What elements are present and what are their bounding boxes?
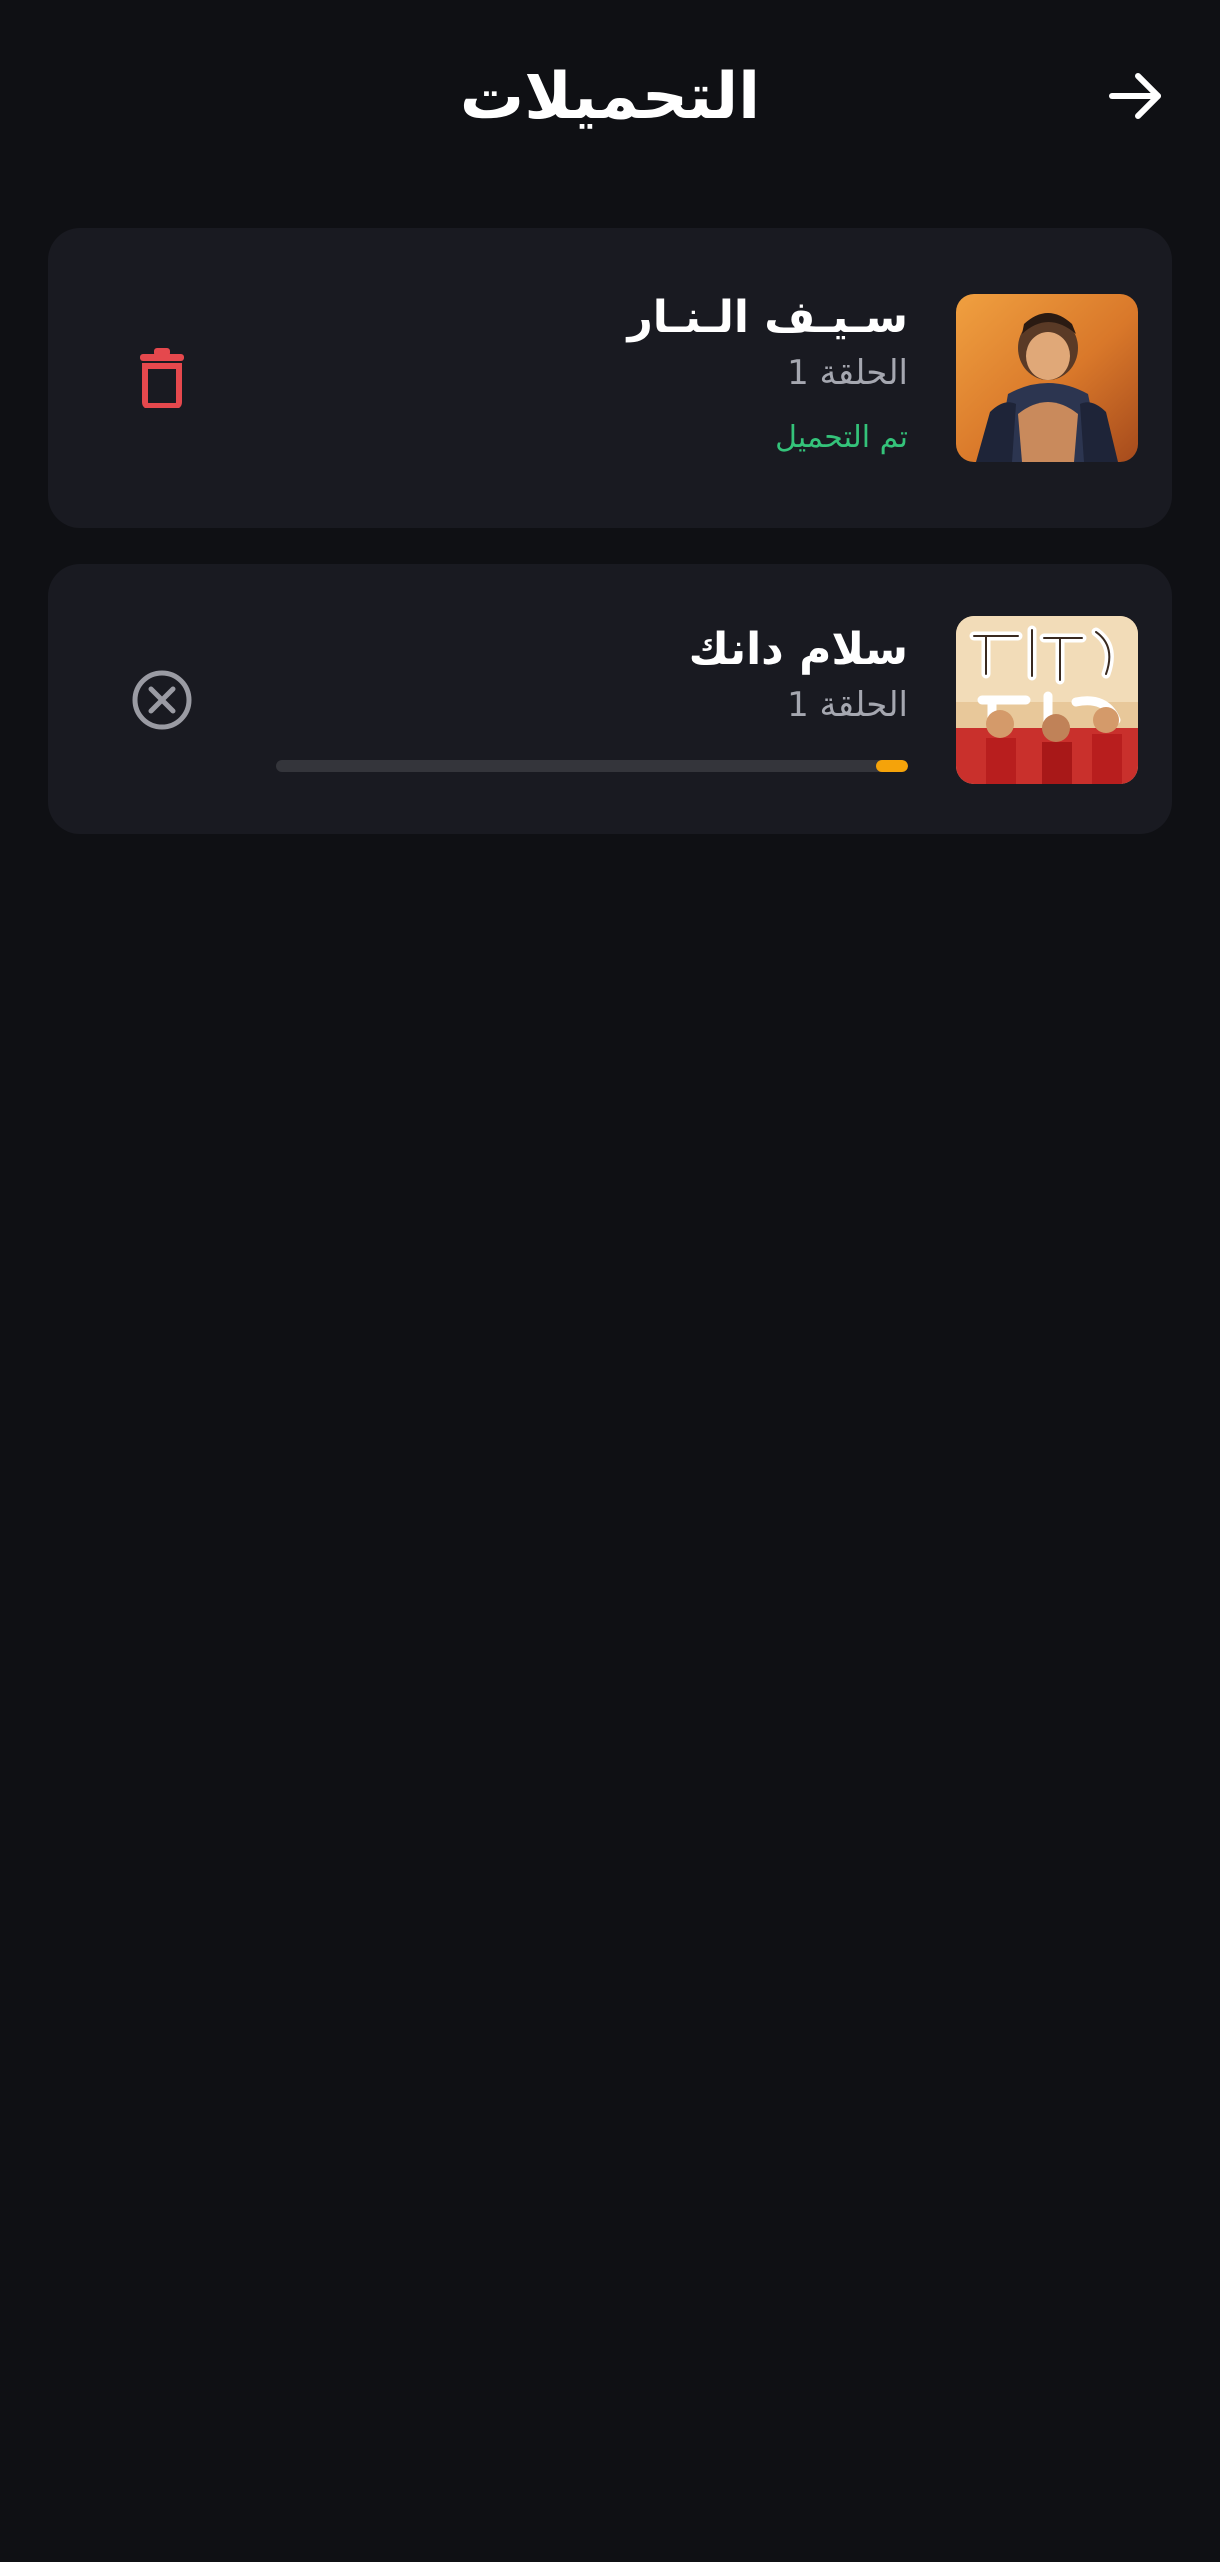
download-item[interactable]: سلام دانك الحلقة 1 — [48, 564, 1172, 834]
download-progress-fill — [876, 760, 908, 772]
cancel-download-button[interactable] — [120, 658, 204, 742]
episode-label: الحلقة 1 — [787, 353, 908, 393]
download-progress-bar — [276, 760, 908, 772]
download-item[interactable]: سـيـف الـنـار الحلقة 1 تم التحميل — [48, 228, 1172, 528]
cover-image — [956, 294, 1138, 462]
arrow-right-icon — [1109, 73, 1161, 119]
cover-thumbnail — [956, 294, 1138, 462]
download-info: سلام دانك الحلقة 1 — [689, 622, 908, 728]
page-title: التحميلات — [459, 60, 761, 134]
downloads-screen: التحميلات سـيـف الـنـار الحلقة 1 تم التح… — [0, 0, 1220, 2562]
download-title: سلام دانك — [688, 624, 908, 675]
download-title: سـيـف الـنـار — [627, 292, 908, 343]
back-button[interactable] — [1098, 58, 1174, 134]
cover-image — [956, 616, 1138, 784]
cover-thumbnail — [956, 616, 1138, 784]
status-completed: تم التحميل — [775, 420, 908, 455]
header: التحميلات — [0, 0, 1220, 196]
cancel-circle-icon — [132, 670, 192, 730]
download-info: سـيـف الـنـار الحلقة 1 تم التحميل — [627, 290, 908, 458]
delete-button[interactable] — [120, 336, 204, 420]
episode-label: الحلقة 1 — [787, 685, 908, 725]
trash-icon — [140, 348, 184, 408]
